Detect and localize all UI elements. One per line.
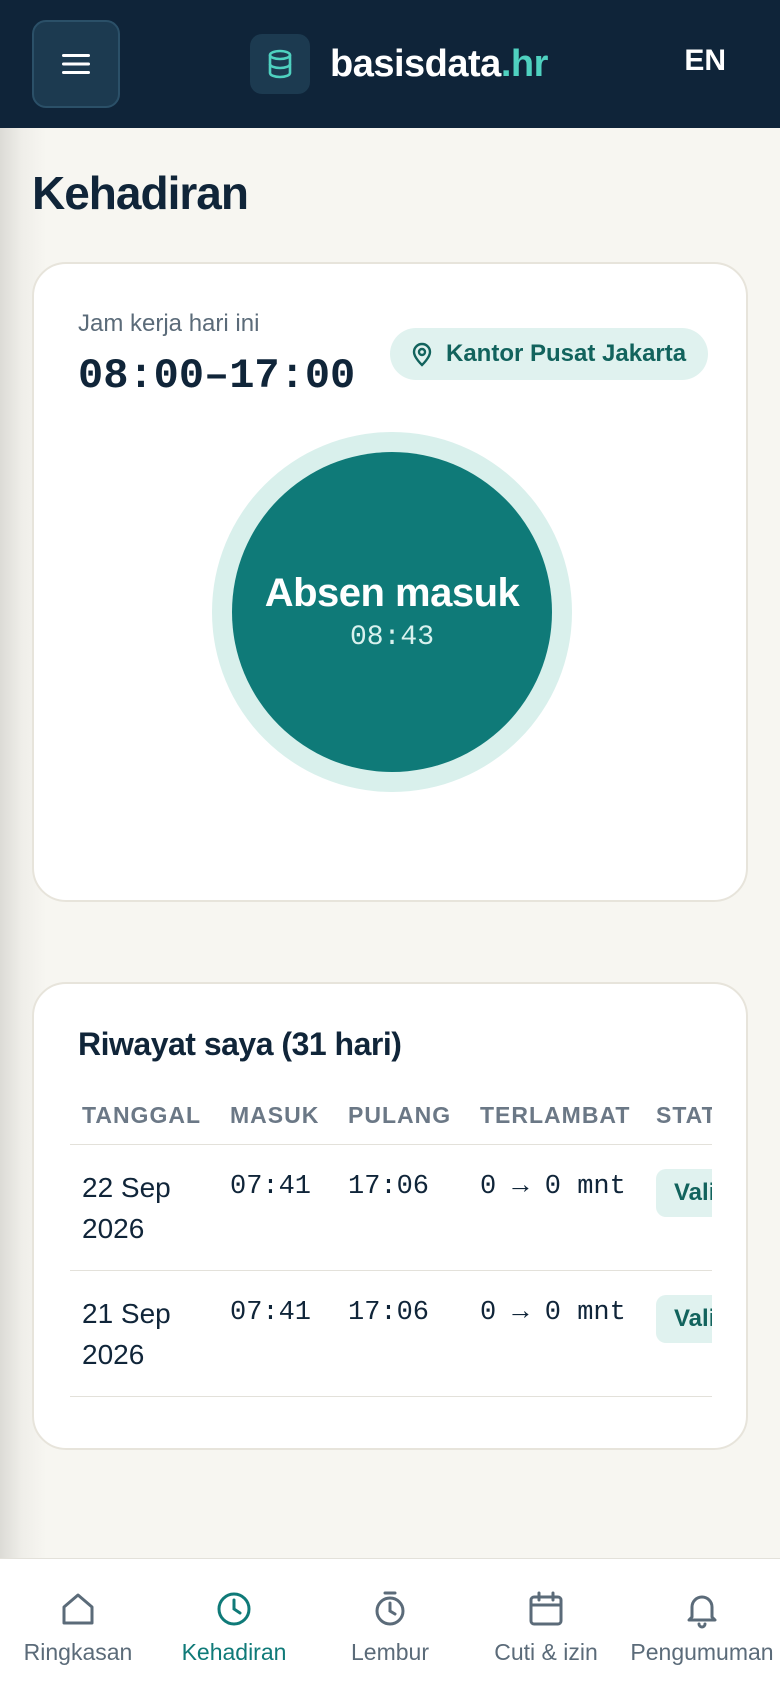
nav-label: Pengumuman — [630, 1639, 774, 1665]
nav-item-lembur[interactable]: Lembur — [312, 1559, 468, 1688]
column-header-late: TERLAMBAT — [468, 1088, 644, 1145]
cell-status: Valid — [644, 1270, 712, 1397]
cell-late: 0 → 0 mnt — [468, 1144, 644, 1271]
history-table-scroll[interactable]: TANGGAL MASUK PULANG TERLAMBAT STATUS 22… — [70, 1088, 712, 1398]
status-badge: Valid — [656, 1294, 712, 1343]
database-icon — [268, 49, 292, 79]
brand-logo — [250, 34, 310, 94]
cell-date: 22 Sep 2026 — [70, 1144, 218, 1271]
cell-date: 21 Sep 2026 — [70, 1270, 218, 1397]
nav-item-pengumuman[interactable]: Pengumuman — [624, 1559, 780, 1688]
home-icon — [62, 1593, 94, 1625]
nav-item-ringkasan[interactable]: Ringkasan — [0, 1559, 156, 1688]
status-badge: Valid — [656, 1168, 712, 1217]
column-header-out: PULANG — [336, 1088, 468, 1145]
brand[interactable]: basisdata.hr — [250, 34, 548, 94]
history-card: Riwayat saya (31 hari) TANGGAL MASUK PUL… — [32, 982, 748, 1450]
cell-in: 07:41 — [218, 1270, 336, 1397]
table-row: 22 Sep 2026 07:41 17:06 0 → 0 mnt Valid — [70, 1144, 712, 1271]
cell-late: 0 → 0 mnt — [468, 1270, 644, 1397]
location-chip: Kantor Pusat Jakarta — [390, 328, 709, 380]
column-header-in: MASUK — [218, 1088, 336, 1145]
brand-name: basisdata.hr — [330, 42, 548, 85]
nav-label: Cuti & izin — [494, 1639, 598, 1665]
location-label: Kantor Pusat Jakarta — [446, 340, 687, 367]
clock-in-button[interactable]: Absen masuk 08:43 — [232, 452, 552, 772]
cell-out: 17:06 — [336, 1144, 468, 1271]
history-title: Riwayat saya (31 hari) — [78, 1026, 402, 1062]
clock-in-label: Absen masuk — [264, 571, 520, 615]
bottom-nav: Ringkasan Kehadiran Lembur Cuti & izin P… — [0, 1558, 780, 1688]
hamburger-icon — [62, 54, 90, 74]
table-row: 21 Sep 2026 07:41 17:06 0 → 0 mnt Valid — [70, 1270, 712, 1397]
history-table: TANGGAL MASUK PULANG TERLAMBAT STATUS 22… — [70, 1088, 712, 1397]
attendance-card: Jam kerja hari ini 08:00–17:00 Kantor Pu… — [32, 262, 748, 902]
cell-out: 17:06 — [336, 1270, 468, 1397]
map-pin-icon — [412, 342, 432, 367]
column-header-status: STATUS — [644, 1088, 712, 1145]
clock-icon — [217, 1592, 251, 1626]
menu-button[interactable] — [32, 20, 120, 108]
column-header-date: TANGGAL — [70, 1088, 218, 1145]
app-header: basisdata.hr EN — [0, 0, 780, 128]
cell-in: 07:41 — [218, 1144, 336, 1271]
work-hours-label: Jam kerja hari ini — [78, 310, 260, 337]
work-hours-value: 08:00–17:00 — [78, 352, 356, 400]
nav-label: Ringkasan — [23, 1639, 133, 1665]
table-header-row: TANGGAL MASUK PULANG TERLAMBAT STATUS — [70, 1088, 712, 1145]
clock-in-time: 08:43 — [349, 622, 434, 653]
nav-label: Kehadiran — [181, 1639, 287, 1665]
clock-in-ring: Absen masuk 08:43 — [212, 432, 572, 792]
calendar-icon — [529, 1591, 563, 1626]
nav-item-cuti[interactable]: Cuti & izin — [468, 1559, 624, 1688]
nav-label: Lembur — [351, 1639, 429, 1665]
stopwatch-icon — [375, 1591, 405, 1626]
cell-status: Valid — [644, 1144, 712, 1271]
bell-icon — [687, 1595, 717, 1629]
nav-item-kehadiran[interactable]: Kehadiran — [156, 1559, 312, 1688]
page-title: Kehadiran — [32, 167, 249, 219]
language-switch[interactable]: EN — [684, 44, 726, 78]
